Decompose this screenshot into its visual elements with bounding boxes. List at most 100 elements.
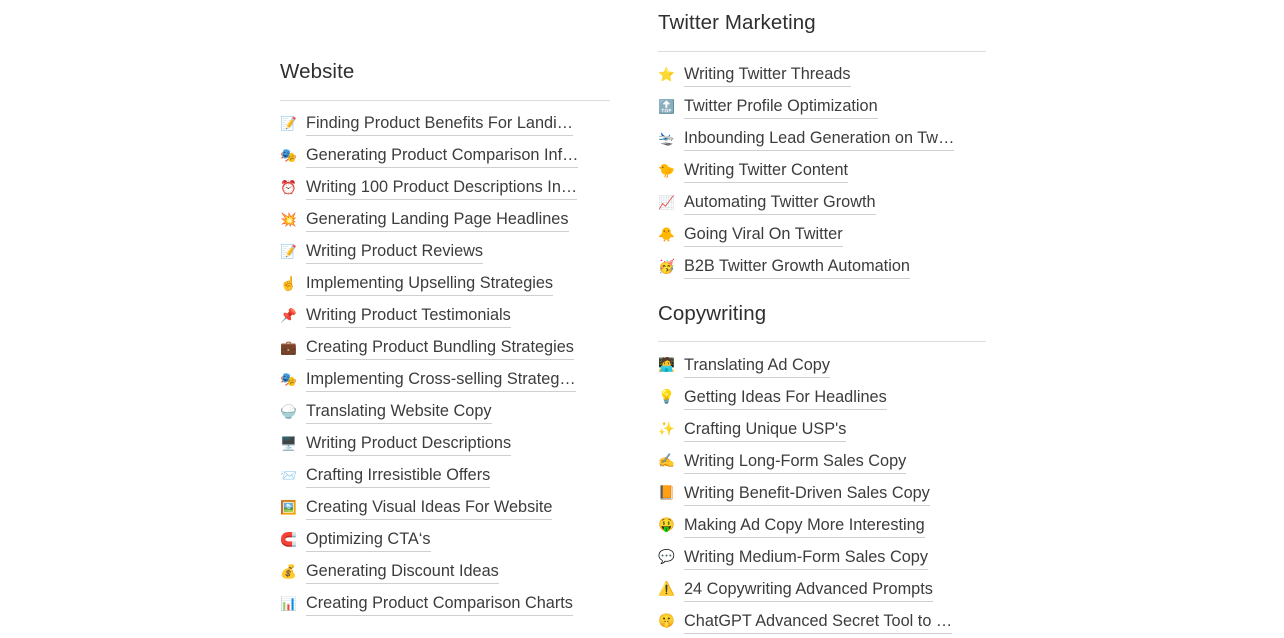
list-item-link[interactable]: 24 Copywriting Advanced Prompts [684, 579, 933, 602]
memo-icon: 📝 [280, 243, 297, 260]
alarm-clock-icon: ⏰ [280, 179, 297, 196]
list-item[interactable]: ☝️ Implementing Upselling Strategies [280, 269, 610, 301]
list-item-link[interactable]: B2B Twitter Growth Automation [684, 256, 910, 280]
list-item[interactable]: ⭐ Writing Twitter Threads [658, 60, 988, 92]
list-item-link[interactable]: Inbounding Lead Generation on Tw… [684, 128, 955, 152]
index-pointing-up-icon: ☝️ [280, 275, 297, 292]
desktop-computer-icon: 🖥️ [280, 435, 297, 452]
light-bulb-icon: 💡 [658, 389, 675, 406]
list-item-link[interactable]: Finding Product Benefits For Landi… [306, 113, 573, 137]
list-item[interactable]: ⏰ Writing 100 Product Descriptions In… [280, 173, 610, 205]
right-column: Twitter Marketing ⭐ Writing Twitter Threa… [658, 11, 988, 638]
list-item[interactable]: 💡 Getting Ideas For Headlines [658, 382, 988, 414]
list-item[interactable]: 🧲 Optimizing CTA‘s [280, 525, 610, 557]
list-item[interactable]: ⚠️ 24 Copywriting Advanced Prompts [658, 574, 988, 606]
list-item-link[interactable]: Making Ad Copy More Interesting [684, 515, 925, 538]
list-item-link[interactable]: Writing Product Reviews [306, 241, 484, 265]
list-item[interactable]: 📈 Automating Twitter Growth [658, 188, 988, 220]
orange-book-icon: 📙 [658, 485, 675, 502]
list-item[interactable]: 📝 Writing Product Reviews [280, 237, 610, 269]
list-item-link[interactable]: Crafting Irresistible Offers [306, 465, 491, 489]
list-item[interactable]: 🤫 ChatGPT Advanced Secret Tool to … [658, 606, 988, 638]
list-item[interactable]: 📨 Crafting Irresistible Offers [280, 461, 610, 493]
writing-hand-icon: ✍️ [658, 453, 675, 470]
technologist-icon: 🧑‍💻 [658, 357, 675, 374]
link-list-twitter-marketing: ⭐ Writing Twitter Threads 🔝 Twitter Profile… [658, 60, 988, 284]
list-item[interactable]: 🎭 Generating Product Comparison Inf… [280, 141, 610, 173]
list-item-link[interactable]: Writing Benefit-Driven Sales Copy [684, 483, 930, 506]
section-twitter-marketing: Twitter Marketing ⭐ Writing Twitter Threa… [658, 11, 988, 284]
list-item[interactable]: 📌 Writing Product Testimonials [280, 301, 610, 333]
magnet-icon: 🧲 [280, 531, 297, 548]
framed-picture-icon: 🖼️ [280, 499, 297, 516]
section-divider-twitter-marketing [658, 50, 986, 52]
list-item-link[interactable]: Implementing Upselling Strategies [306, 273, 554, 297]
collision-icon: 💥 [280, 211, 297, 228]
list-item-link[interactable]: Writing Twitter Threads [684, 64, 851, 88]
list-item-link[interactable]: Writing 100 Product Descriptions In… [306, 177, 578, 201]
list-item[interactable]: 🥳 B2B Twitter Growth Automation [658, 252, 988, 284]
list-item-link[interactable]: Crafting Unique USP's [684, 419, 847, 442]
left-column: Website 📝 Finding Product Benefits For La… [280, 60, 610, 621]
list-item[interactable]: 🛬 Inbounding Lead Generation on Tw… [658, 124, 988, 156]
section-title-copywriting: Copywriting [658, 301, 767, 325]
list-item[interactable]: 🧑‍💻 Translating Ad Copy [658, 350, 988, 382]
section-title-website: Website [280, 60, 355, 83]
list-item-link[interactable]: Writing Twitter Content [684, 160, 849, 184]
list-item[interactable]: 💬 Writing Medium-Form Sales Copy [658, 542, 988, 574]
performing-arts-icon: 🎭 [280, 371, 297, 388]
list-item[interactable]: 🐥 Going Viral On Twitter [658, 220, 988, 252]
list-item[interactable]: 🐤 Writing Twitter Content [658, 156, 988, 188]
section-copywriting: Copywriting 🧑‍💻 Translating Ad Copy 💡 Getti… [658, 302, 988, 638]
list-item[interactable]: 🤑 Making Ad Copy More Interesting [658, 510, 988, 542]
speech-balloon-icon: 💬 [658, 549, 675, 566]
front-facing-baby-chick-icon: 🐥 [658, 226, 675, 243]
list-item-link[interactable]: Twitter Profile Optimization [684, 96, 878, 120]
section-divider-copywriting [658, 341, 986, 343]
list-item-link[interactable]: Automating Twitter Growth [684, 192, 876, 216]
bowl-of-rice-icon: 🍚 [280, 403, 297, 420]
list-item[interactable]: 📝 Finding Product Benefits For Landi… [280, 109, 610, 141]
page-root: Website 📝 Finding Product Benefits For La… [0, 0, 1284, 638]
list-item[interactable]: 🔝 Twitter Profile Optimization [658, 92, 988, 124]
list-item-link[interactable]: Implementing Cross-selling Strateg… [306, 369, 576, 393]
list-item[interactable]: 🖼️ Creating Visual Ideas For Website [280, 493, 610, 525]
airplane-arriving-icon: 🛬 [658, 130, 675, 147]
section-website: Website 📝 Finding Product Benefits For La… [280, 60, 610, 621]
list-item-link[interactable]: Writing Long-Form Sales Copy [684, 451, 907, 474]
list-item-link[interactable]: Writing Product Testimonials [306, 305, 511, 329]
memo-icon: 📝 [280, 115, 297, 132]
list-item-link[interactable]: Getting Ideas For Headlines [684, 387, 887, 410]
list-item-link[interactable]: Going Viral On Twitter [684, 224, 843, 248]
star-icon: ⭐ [658, 66, 675, 83]
list-item[interactable]: 💼 Creating Product Bundling Strategies [280, 333, 610, 365]
list-item-link[interactable]: Optimizing CTA‘s [306, 529, 431, 553]
list-item[interactable]: ✍️ Writing Long-Form Sales Copy [658, 446, 988, 478]
link-list-copywriting: 🧑‍💻 Translating Ad Copy 💡 Getting Ideas For… [658, 350, 988, 638]
list-item[interactable]: 🍚 Translating Website Copy [280, 397, 610, 429]
shushing-face-icon: 🤫 [658, 613, 675, 630]
link-list-website: 📝 Finding Product Benefits For Landi… 🎭 Gen… [280, 109, 610, 621]
list-item[interactable]: ✨ Crafting Unique USP's [658, 414, 988, 446]
list-item-link[interactable]: Writing Product Descriptions [306, 433, 512, 457]
list-item-link[interactable]: Creating Visual Ideas For Website [306, 497, 553, 521]
list-item[interactable]: 🖥️ Writing Product Descriptions [280, 429, 610, 461]
list-item-link[interactable]: Generating Discount Ideas [306, 561, 499, 585]
list-item-link[interactable]: Generating Product Comparison Inf… [306, 145, 579, 169]
list-item[interactable]: 💥 Generating Landing Page Headlines [280, 205, 610, 237]
list-item-link[interactable]: Creating Product Bundling Strategies [306, 337, 574, 361]
partying-face-icon: 🥳 [658, 258, 675, 275]
list-item-link[interactable]: ChatGPT Advanced Secret Tool to … [684, 611, 953, 634]
list-item[interactable]: 💰 Generating Discount Ideas [280, 557, 610, 589]
list-item[interactable]: 🎭 Implementing Cross-selling Strateg… [280, 365, 610, 397]
list-item[interactable]: 📊 Creating Product Comparison Charts [280, 589, 610, 621]
list-item-link[interactable]: Creating Product Comparison Charts [306, 593, 573, 617]
list-item-link[interactable]: Translating Website Copy [306, 401, 492, 425]
bar-chart-icon: 📊 [280, 595, 297, 612]
list-item-link[interactable]: Translating Ad Copy [684, 355, 831, 378]
section-divider-website [280, 99, 610, 101]
list-item[interactable]: 📙 Writing Benefit-Driven Sales Copy [658, 478, 988, 510]
list-item-link[interactable]: Generating Landing Page Headlines [306, 209, 569, 233]
list-item-link[interactable]: Writing Medium-Form Sales Copy [684, 547, 928, 570]
